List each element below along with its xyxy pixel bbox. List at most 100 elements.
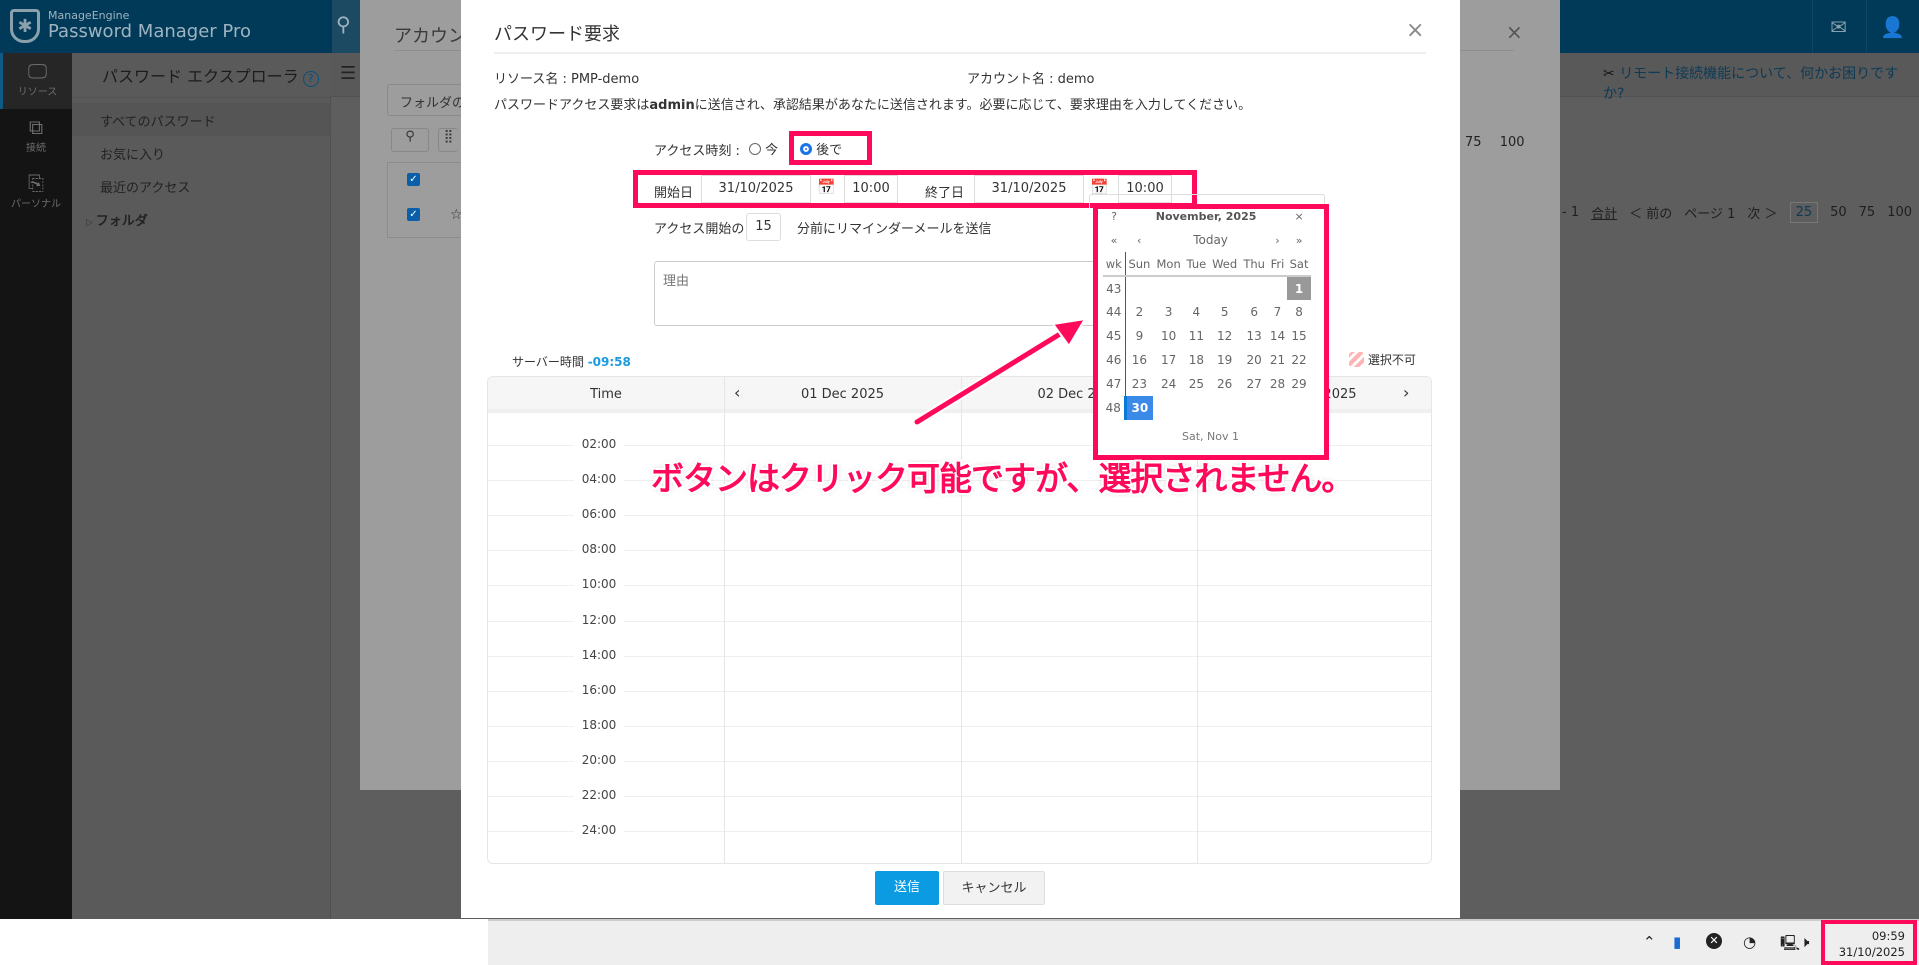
- approver-name: admin: [649, 98, 695, 113]
- page-size-75[interactable]: 75: [1859, 205, 1876, 220]
- close-icon[interactable]: ×: [1506, 20, 1523, 44]
- icon-sidebar: 🖵 リソース ⧉ 接続 ⎘ パーソナル: [0, 53, 72, 919]
- nav-all-passwords[interactable]: すべてのパスワード: [72, 103, 330, 136]
- menu-icon[interactable]: ☰: [340, 63, 356, 84]
- triangle-right-icon: ▷: [86, 218, 96, 228]
- hour-gridline: [488, 831, 1431, 833]
- sidebar-label: 接続: [26, 143, 46, 154]
- divider: [72, 97, 330, 98]
- time-label: 12:00: [574, 612, 624, 627]
- sidebar-item-personal[interactable]: ⎘ パーソナル: [0, 165, 72, 221]
- nav-recent-access[interactable]: 最近のアクセス: [72, 169, 330, 202]
- modal-title: パスワード要求: [494, 24, 620, 45]
- nav-folders[interactable]: ▷ フォルダ: [72, 202, 330, 235]
- start-date-label: 開始日: [654, 186, 694, 201]
- search-button[interactable]: ⚲: [391, 128, 429, 152]
- page-size-50[interactable]: 50: [1830, 205, 1847, 220]
- user-icon[interactable]: 👤: [1866, 0, 1918, 53]
- submit-button[interactable]: 送信: [875, 871, 939, 905]
- page-size-25[interactable]: 25: [1789, 202, 1819, 223]
- radio-now[interactable]: 今: [749, 139, 778, 158]
- cancel-button[interactable]: キャンセル: [943, 871, 1045, 905]
- panel-title: パスワード エクスプローラ?: [102, 63, 319, 87]
- help-link-text: リモート接続機能について、何かお困りですか?: [1603, 66, 1899, 102]
- resource-name: リソース名 : PMP-demo: [494, 72, 640, 87]
- page-sizes: 75 100: [1465, 135, 1525, 150]
- sidebar-label: パーソナル: [11, 199, 61, 210]
- hour-gridline: [488, 550, 1431, 552]
- row-checkbox[interactable]: ✓: [407, 208, 420, 221]
- annotation-text: ボタンはクリック可能ですが、選択されません。: [651, 459, 1354, 498]
- radio-later[interactable]: 後で: [800, 139, 842, 158]
- page-size-75[interactable]: 75: [1465, 135, 1482, 150]
- clock-date: 31/10/2025: [1838, 945, 1905, 959]
- close-circle-icon[interactable]: ✕: [1706, 933, 1722, 949]
- time-label: 20:00: [574, 752, 624, 767]
- start-date-input[interactable]: 31/10/2025: [701, 175, 811, 203]
- close-icon[interactable]: ×: [1406, 18, 1424, 43]
- brand-name: Password Manager Pro: [48, 21, 251, 42]
- reminder-label: アクセス開始の: [654, 222, 745, 237]
- time-label: 04:00: [574, 472, 624, 487]
- time-label: 22:00: [574, 788, 624, 802]
- server-time: サーバー時間 -09:58: [512, 353, 631, 370]
- sidebar-item-resources[interactable]: 🖵 リソース: [0, 53, 72, 109]
- grid-view-button[interactable]: ⣿: [438, 128, 458, 152]
- page-size-100[interactable]: 100: [1887, 205, 1912, 220]
- page-size-100[interactable]: 100: [1500, 135, 1525, 150]
- arrow-icon: [912, 317, 1087, 427]
- radio-later-label: 後で: [816, 143, 843, 158]
- account-name: アカウント名 : demo: [967, 72, 1095, 87]
- radio-selected-icon: [800, 143, 812, 155]
- time-label: 24:00: [574, 823, 624, 838]
- clock-app-icon[interactable]: ◔: [1743, 933, 1756, 951]
- password-explorer-panel: パスワード エクスプローラ? すべてのパスワード お気に入り 最近のアクセス ▷…: [72, 53, 330, 919]
- chevron-left-icon[interactable]: ‹: [734, 383, 740, 402]
- radio-now-label: 今: [765, 143, 779, 158]
- clock-time: 09:59: [1871, 929, 1905, 943]
- speaker-icon[interactable]: 🕨: [1800, 933, 1809, 951]
- hour-gridline: [488, 725, 1431, 727]
- striped-legend-icon: [1349, 352, 1364, 367]
- time-label: 06:00: [574, 507, 624, 522]
- taskbar-clock[interactable]: 09:59 31/10/2025: [1821, 920, 1917, 965]
- time-label: 18:00: [574, 717, 624, 732]
- nav-folders-label: フォルダ: [95, 214, 148, 229]
- mail-icon[interactable]: ✉: [1812, 0, 1864, 53]
- hour-gridline: [488, 515, 1431, 517]
- back-modal-title: アカウン: [394, 26, 466, 47]
- pager-total[interactable]: 合計: [1591, 203, 1617, 222]
- network-app-icon[interactable]: ▮: [1673, 933, 1681, 951]
- hour-gridline: [488, 690, 1431, 692]
- network-icon[interactable]: 🖳: [1780, 933, 1800, 958]
- calendar-icon[interactable]: 📅: [817, 178, 836, 196]
- start-time-input[interactable]: 10:00: [844, 175, 898, 203]
- search-icon[interactable]: ⚲: [332, 0, 362, 53]
- end-date-input[interactable]: 31/10/2025: [974, 175, 1084, 203]
- select-all-checkbox[interactable]: ✓: [407, 173, 420, 186]
- app-logo[interactable]: ✱ ManageEngine Password Manager Pro: [10, 9, 251, 43]
- pager-next[interactable]: 次 ＞: [1747, 203, 1777, 222]
- radio-icon: [749, 143, 761, 155]
- pager-prev[interactable]: ＜ 前の: [1629, 203, 1672, 222]
- remote-help-link[interactable]: ✂ リモート接続機能について、何かお困りですか?: [1603, 63, 1919, 103]
- hour-gridline: [488, 796, 1431, 797]
- request-description: パスワードアクセス要求はadminに送信され、承認結果があなたに送信されます。必…: [494, 94, 1251, 113]
- chevron-up-icon[interactable]: ⌃: [1643, 933, 1656, 951]
- chevron-right-icon[interactable]: ›: [1403, 383, 1409, 402]
- divider: [494, 52, 1426, 54]
- hour-gridline: [488, 760, 1431, 762]
- nav-favorites[interactable]: お気に入り: [72, 136, 330, 169]
- contact-book-icon: ⎘: [28, 171, 44, 195]
- panel-title-text: パスワード エクスプローラ: [102, 67, 299, 86]
- column-divider: [961, 377, 962, 863]
- shield-logo-icon: ✱: [10, 9, 40, 43]
- reminder-minutes-input[interactable]: 15: [746, 213, 781, 241]
- hour-gridline: [488, 655, 1431, 657]
- help-icon[interactable]: ?: [302, 71, 319, 87]
- sidebar-label: リソース: [17, 87, 58, 98]
- table: [387, 162, 467, 238]
- pagination: - 1 合計 ＜ 前の ページ 1 次 ＞ 25 50 75 100: [1562, 202, 1912, 223]
- sidebar-item-connections[interactable]: ⧉ 接続: [0, 109, 72, 165]
- time-column-header: Time: [590, 387, 622, 402]
